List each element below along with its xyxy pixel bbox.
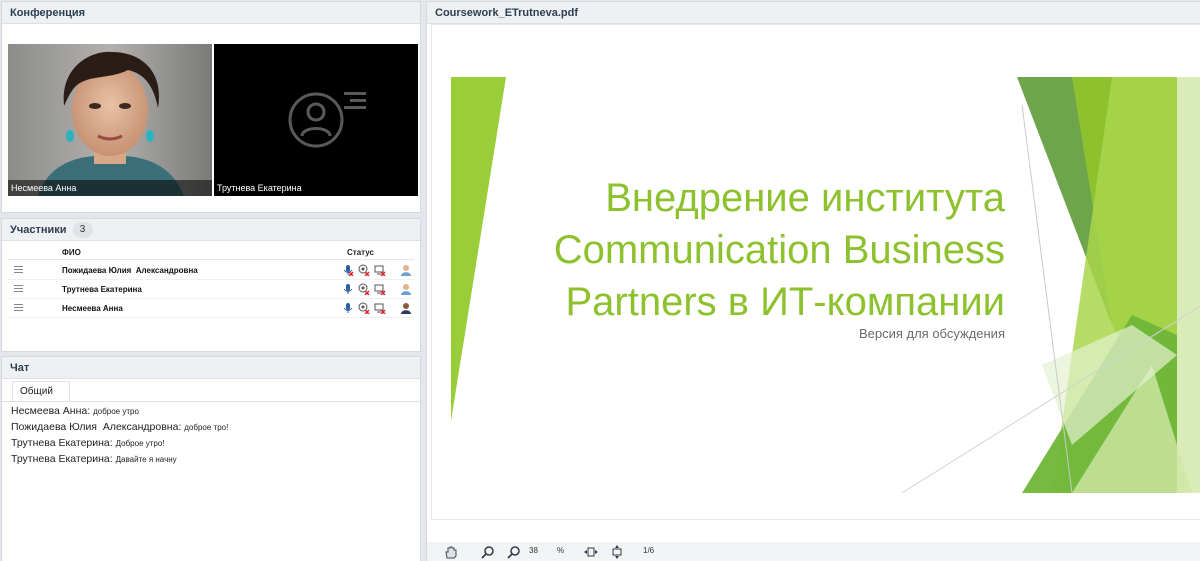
chat-message-text: Давайте я начну — [115, 455, 177, 464]
zoom-unit-label: % — [557, 546, 565, 555]
video-tile-nesmeeva[interactable]: Несмеева Анна — [8, 44, 212, 196]
chat-message-author: Трутнева Екатерина: — [11, 453, 113, 465]
hand-pan-icon[interactable] — [443, 545, 459, 559]
video-name-label: Несмеева Анна — [8, 180, 212, 196]
camera-off-icon[interactable] — [358, 264, 370, 276]
screen-share-off-icon[interactable] — [374, 283, 386, 295]
microphone-icon[interactable] — [342, 283, 354, 295]
chat-title: Чат — [2, 357, 420, 379]
chat-message-text: Доброе утро! — [115, 439, 165, 448]
chat-message-author: Трутнева Екатерина: — [11, 437, 113, 449]
chat-message-author: Несмеева Анна: — [11, 405, 91, 417]
participants-column-headers: ФИО Статус — [8, 246, 414, 260]
user-avatar-icon[interactable] — [400, 283, 412, 295]
viewer-toolbar: 38 % 1/6 — [427, 542, 1200, 561]
column-header-status[interactable]: Статус — [347, 248, 374, 257]
zoom-out-icon[interactable] — [507, 545, 521, 559]
participants-count-badge: 3 — [72, 221, 93, 238]
chat-message: Трутнева Екатерина: Давайте я начну — [11, 451, 414, 467]
video-name-label: Трутнева Екатерина — [214, 180, 418, 196]
conference-title: Конференция — [2, 2, 420, 24]
chat-message-list: Несмеева Анна: доброе утро Пожидаева Юлия… — [11, 403, 414, 467]
video-tile-trutneva[interactable]: Трутнева Екатерина — [214, 44, 418, 196]
microphone-icon[interactable] — [342, 302, 354, 314]
fit-page-icon[interactable] — [609, 545, 625, 559]
fit-width-icon[interactable] — [583, 545, 599, 559]
chat-message-text: доброе утро — [93, 407, 139, 416]
screen-share-off-icon[interactable] — [374, 302, 386, 314]
slide-subtitle: Версия для обсуждения — [858, 326, 1005, 341]
no-camera-placeholder-icon — [214, 44, 418, 196]
chat-message: Несмеева Анна: доброе утро — [11, 403, 414, 419]
chat-tab-divider — [2, 401, 420, 402]
participant-row[interactable]: Несмеева Анна — [8, 299, 414, 318]
drag-handle-icon[interactable] — [14, 266, 23, 274]
camera-off-icon[interactable] — [358, 302, 370, 314]
screen-share-off-icon[interactable] — [374, 264, 386, 276]
slide-title: Внедрение института Communication Busine… — [553, 176, 1005, 324]
microphone-muted-icon[interactable] — [342, 264, 354, 276]
drag-handle-icon[interactable] — [14, 304, 23, 312]
column-header-name[interactable]: ФИО — [62, 248, 81, 257]
participant-name: Трутнева Екатерина — [62, 285, 142, 294]
participants-title: Участники — [10, 223, 67, 236]
user-avatar-icon[interactable] — [400, 264, 412, 276]
chat-message-author: Пожидаева Юлия Александровна: — [11, 421, 182, 433]
participant-row[interactable]: Трутнева Екатерина — [8, 280, 414, 299]
participant-row[interactable]: Пожидаева Юлия Александровна — [8, 261, 414, 280]
zoom-in-icon[interactable] — [481, 545, 495, 559]
participant-name: Несмеева Анна — [62, 304, 123, 313]
chat-message: Трутнева Екатерина: Доброе утро! — [11, 435, 414, 451]
page-indicator: 1/6 — [643, 546, 655, 555]
participants-panel: Участники 3 ФИО Статус Пожидаева Юлия Ал… — [1, 218, 421, 352]
chat-tab-general[interactable]: Общий — [12, 381, 70, 401]
conference-panel: Конференция Несмеева Анна Трутнева Екате… — [1, 1, 421, 213]
drag-handle-icon[interactable] — [14, 285, 23, 293]
document-viewer-panel: Coursework_ETrutneva.pdf Внедрение инсти… — [426, 1, 1200, 561]
document-filename: Coursework_ETrutneva.pdf — [427, 2, 1200, 24]
participant-name: Пожидаева Юлия Александровна — [62, 266, 198, 275]
camera-off-icon[interactable] — [358, 283, 370, 295]
zoom-level-input[interactable]: 38 — [529, 546, 553, 558]
participant-video-frame — [8, 44, 212, 196]
pdf-page[interactable]: Внедрение института Communication Busine… — [431, 24, 1200, 520]
chat-panel: Чат Общий Несмеева Анна: доброе утро Пожи… — [1, 356, 421, 561]
host-avatar-icon[interactable] — [400, 302, 412, 314]
chat-message: Пожидаева Юлия Александровна: доброе тро… — [11, 419, 414, 435]
chat-message-text: доброе тро! — [184, 423, 229, 432]
participants-header: Участники 3 — [2, 219, 420, 241]
